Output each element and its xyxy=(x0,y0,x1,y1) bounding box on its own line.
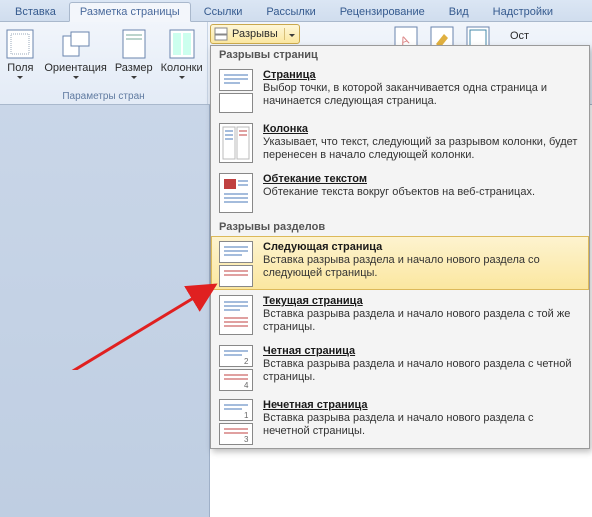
break-textwrap-desc: Обтекание текста вокруг объектов на веб-… xyxy=(263,186,581,199)
break-page-desc: Выбор точки, в которой заканчивается одн… xyxy=(263,82,581,108)
orientation-icon xyxy=(60,28,92,60)
tab-mailings[interactable]: Рассылки xyxy=(255,2,326,21)
section-section-breaks: Разрывы разделов xyxy=(211,218,589,236)
break-evenpage-icon: 2 4 xyxy=(219,345,253,389)
svg-text:2: 2 xyxy=(244,357,249,366)
break-textwrap-item[interactable]: Обтекание текстом Обтекание текста вокру… xyxy=(211,168,589,218)
ribbon-tabs: Вставка Разметка страницы Ссылки Рассылк… xyxy=(0,0,592,22)
columns-icon xyxy=(166,28,198,60)
break-evenpage-item[interactable]: 2 4 Четная страница Вставка разрыва разд… xyxy=(211,340,589,394)
svg-text:4: 4 xyxy=(244,381,249,390)
orientation-label: Ориентация xyxy=(44,62,106,74)
breaks-split-button[interactable]: Разрывы xyxy=(210,24,300,44)
size-icon xyxy=(118,28,150,60)
size-label: Размер xyxy=(115,62,153,74)
breaks-dropdown: Разрывы страниц Страница Выбор точки, в … xyxy=(210,45,590,449)
size-button[interactable]: Размер xyxy=(111,24,157,91)
break-textwrap-title: Обтекание текстом xyxy=(263,173,581,185)
break-textwrap-icon xyxy=(219,173,253,213)
breaks-label: Разрывы xyxy=(232,28,278,40)
columns-button[interactable]: Колонки xyxy=(157,24,207,91)
break-continuous-item[interactable]: Текущая страница Вставка разрыва раздела… xyxy=(211,290,589,340)
margins-button[interactable]: Поля xyxy=(0,24,40,91)
svg-text:3: 3 xyxy=(244,435,249,444)
chevron-down-icon xyxy=(73,76,79,79)
section-page-breaks: Разрывы страниц xyxy=(211,46,589,64)
break-nextpage-icon xyxy=(219,241,253,285)
break-column-icon xyxy=(219,123,253,163)
tab-references[interactable]: Ссылки xyxy=(193,2,254,21)
break-oddpage-item[interactable]: 1 3 Нечетная страница Вставка разрыва ра… xyxy=(211,394,589,448)
tab-view[interactable]: Вид xyxy=(438,2,480,21)
chevron-down-icon xyxy=(131,76,137,79)
break-nextpage-item[interactable]: Следующая страница Вставка разрыва разде… xyxy=(211,236,589,290)
tab-insert[interactable]: Вставка xyxy=(4,2,67,21)
chevron-down-icon xyxy=(17,76,23,79)
break-nextpage-title: Следующая страница xyxy=(263,241,581,253)
svg-text:1: 1 xyxy=(244,411,249,420)
break-oddpage-icon: 1 3 xyxy=(219,399,253,443)
document-area xyxy=(0,105,210,517)
breaks-icon xyxy=(214,27,228,41)
tab-page-layout[interactable]: Разметка страницы xyxy=(69,2,191,22)
break-oddpage-title: Нечетная страница xyxy=(263,399,581,411)
break-column-title: Колонка xyxy=(263,123,581,135)
break-oddpage-desc: Вставка разрыва раздела и начало нового … xyxy=(263,412,581,438)
page-setup-group: Поля Ориентация Размер xyxy=(0,22,208,104)
margins-label: Поля xyxy=(7,62,33,74)
break-continuous-title: Текущая страница xyxy=(263,295,581,307)
columns-label: Колонки xyxy=(161,62,203,74)
chevron-down-icon xyxy=(179,76,185,79)
tab-review[interactable]: Рецензирование xyxy=(329,2,436,21)
break-evenpage-title: Четная страница xyxy=(263,345,581,357)
break-continuous-icon xyxy=(219,295,253,335)
indent-label: Ост xyxy=(510,30,529,42)
break-continuous-desc: Вставка разрыва раздела и начало нового … xyxy=(263,308,581,334)
margins-icon xyxy=(4,28,36,60)
chevron-down-icon xyxy=(289,34,295,37)
break-page-title: Страница xyxy=(263,69,581,81)
break-page-item[interactable]: Страница Выбор точки, в которой заканчив… xyxy=(211,64,589,118)
page-setup-group-label: Параметры стран xyxy=(4,91,203,104)
tab-addins[interactable]: Надстройки xyxy=(482,2,564,21)
break-page-icon xyxy=(219,69,253,113)
break-nextpage-desc: Вставка разрыва раздела и начало нового … xyxy=(263,254,581,280)
break-evenpage-desc: Вставка разрыва раздела и начало нового … xyxy=(263,358,581,384)
orientation-button[interactable]: Ориентация xyxy=(40,24,110,91)
break-column-item[interactable]: Колонка Указывает, что текст, следующий … xyxy=(211,118,589,168)
break-column-desc: Указывает, что текст, следующий за разры… xyxy=(263,136,581,162)
